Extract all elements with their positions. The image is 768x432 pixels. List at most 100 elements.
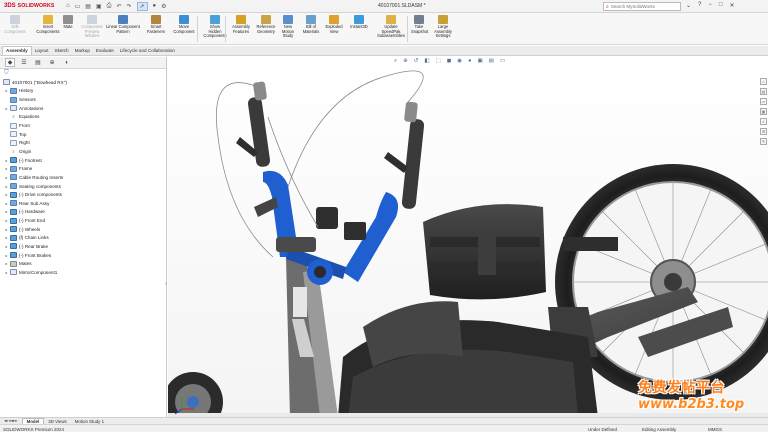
assembly-features-button[interactable]: Assembly Features — [230, 15, 252, 34]
help-icon[interactable]: ? — [698, 2, 701, 9]
options-icon[interactable]: ⚙ — [161, 3, 166, 10]
large-assembly-settings-button[interactable]: Large Assembly Settings — [431, 15, 455, 39]
tree-item[interactable]: ▸ (f) Chain Links — [3, 234, 166, 243]
new-document-icon[interactable]: ▭ — [75, 3, 81, 10]
take-snapshot-button[interactable]: Take Snapshot — [411, 15, 428, 34]
expand-arrow-icon[interactable]: ▸ — [3, 235, 10, 240]
display-manager-icon[interactable]: ◑ — [61, 58, 71, 67]
linear-component-pattern-button[interactable]: Linear Component Pattern — [104, 15, 142, 34]
view-palette-icon[interactable]: ▦ — [760, 108, 767, 115]
tree-item[interactable]: ▸ Cable Routing Inserts — [3, 173, 166, 182]
mate-button[interactable]: Mate — [60, 15, 76, 30]
print-icon[interactable]: ⎙ — [107, 3, 112, 10]
tree-item[interactable]: ▸ Frame — [3, 164, 166, 173]
expand-arrow-icon[interactable]: ▸ — [3, 244, 10, 249]
tree-item[interactable]: ▸ (-) Drive components — [3, 190, 166, 199]
tree-item[interactable]: ≡ Equations — [3, 113, 166, 122]
expand-arrow-icon[interactable]: ▸ — [3, 158, 10, 163]
tree-filter[interactable]: ⛉ — [0, 69, 166, 78]
update-speedpak-subassemblies-button[interactable]: Update SpeedPak Subassemblies — [375, 15, 407, 39]
custom-properties-icon[interactable]: ☰ — [760, 128, 767, 135]
tree-item[interactable]: ▸ MirrorComponent1 — [3, 268, 166, 277]
expand-arrow-icon[interactable]: ▸ — [3, 184, 10, 189]
expand-arrow-icon[interactable]: ▸ — [3, 175, 10, 180]
dimxpert-manager-icon[interactable]: ⊕ — [47, 58, 57, 67]
apply-scene-icon[interactable]: ▣ — [477, 58, 482, 65]
tree-item[interactable]: Top — [3, 130, 166, 139]
status-units[interactable]: MMGS — [708, 427, 722, 432]
tab-markup[interactable]: Markup — [72, 47, 93, 55]
close-icon[interactable]: ✕ — [730, 2, 735, 9]
tab-3d-views[interactable]: 3D Views — [44, 419, 70, 424]
tree-item[interactable]: Front — [3, 121, 166, 130]
front-wheel[interactable] — [168, 372, 223, 417]
property-manager-icon[interactable]: ☰ — [19, 58, 29, 67]
expand-arrow-icon[interactable]: ▸ — [3, 166, 10, 171]
undo-icon[interactable]: ↶ — [116, 3, 121, 10]
component-preview-window-button[interactable]: Component Preview Window — [80, 15, 104, 39]
zoom-to-fit-icon[interactable]: ⌕ — [394, 58, 397, 65]
minimize-icon[interactable]: − — [708, 2, 712, 9]
solidworks-logo[interactable]: 3DS SOLIDWORKS — [0, 3, 58, 9]
tree-item[interactable]: ▸ (-) Hardware — [3, 208, 166, 217]
tree-item[interactable]: ▸ (-) Front End — [3, 216, 166, 225]
appearances-icon[interactable]: ◐ — [760, 118, 767, 125]
search-input[interactable] — [610, 4, 671, 9]
graphics-area[interactable]: ⌕ ⊕ ↺ ◧ ⬚ ◼ ◉ ● ▣ ▤ ▭ ⌂ ▤ ▭ ▦ ◐ ☰ ✎ 免费发帖… — [168, 57, 768, 417]
smart-fasteners-button[interactable]: Smart Fasteners — [146, 15, 166, 34]
tree-item[interactable]: ▸ (-) Footrest — [3, 156, 166, 165]
edit-appearance-icon[interactable]: ● — [468, 58, 471, 65]
zoom-to-area-icon[interactable]: ⊕ — [403, 58, 408, 65]
tab-assembly[interactable]: Assembly — [2, 46, 32, 55]
open-icon[interactable]: ▤ — [85, 3, 91, 10]
view-settings-icon[interactable]: ▤ — [489, 58, 494, 65]
expand-arrow-icon[interactable]: ▸ — [3, 192, 10, 197]
expand-arrow-icon[interactable]: ▸ — [3, 253, 10, 258]
move-component-button[interactable]: Move Component — [170, 15, 198, 34]
instant3d-button[interactable]: Instant3D — [347, 15, 371, 30]
reference-geometry-button[interactable]: Reference Geometry — [254, 15, 278, 34]
file-explorer-icon[interactable]: ▭ — [760, 98, 767, 105]
tree-item[interactable]: ≡ Origin — [3, 147, 166, 156]
tree-item[interactable]: ▸ Mates — [3, 259, 166, 268]
tree-item[interactable]: ▸ History — [3, 87, 166, 96]
select-icon[interactable]: ➚ — [136, 1, 148, 11]
save-icon[interactable]: ▣ — [96, 3, 102, 10]
search-dropdown-icon[interactable]: ⌄ — [686, 2, 691, 9]
resources-icon[interactable]: ⌂ — [760, 78, 767, 85]
new-motion-study-button[interactable]: New Motion Study — [279, 15, 297, 39]
expand-arrow-icon[interactable]: ▸ — [3, 261, 10, 266]
grips[interactable] — [236, 81, 425, 217]
exploded-view-button[interactable]: Exploded View — [323, 15, 345, 34]
tab-sketch[interactable]: Sketch — [52, 47, 72, 55]
feature-manager-icon[interactable]: ◆ — [5, 58, 15, 67]
panel-collapse-arrow[interactable]: › — [165, 281, 167, 287]
tab-evaluate[interactable]: Evaluate — [93, 47, 117, 55]
tree-item[interactable]: ▸ Seating components — [3, 182, 166, 191]
display-style-icon[interactable]: ◼ — [447, 58, 452, 65]
maximize-icon[interactable]: □ — [719, 2, 723, 9]
tree-item[interactable]: ▸ Rear Sub Assy — [3, 199, 166, 208]
tree-item[interactable]: ▸ (-) Wheels — [3, 225, 166, 234]
expand-arrow-icon[interactable]: ▸ — [3, 106, 10, 111]
tab-lifecycle-and-collaboration[interactable]: Lifecycle and Collaboration — [117, 47, 178, 55]
design-library-icon[interactable]: ▤ — [760, 88, 767, 95]
tab-layout[interactable]: Layout — [32, 47, 52, 55]
tree-item[interactable]: ▸ Annotations — [3, 104, 166, 113]
expand-arrow-icon[interactable]: ▸ — [3, 227, 10, 232]
tree-item[interactable]: ▸ (-) Rear Brake — [3, 242, 166, 251]
view-orientation-icon[interactable]: ⬚ — [436, 58, 441, 65]
expand-arrow-icon[interactable]: ▸ — [3, 270, 10, 275]
previous-view-icon[interactable]: ↺ — [414, 58, 419, 65]
tree-root[interactable]: 40107001 ("Bowhead RX") — [3, 78, 166, 87]
tree-item[interactable]: ▸ (-) Front Brakes — [3, 251, 166, 260]
expand-arrow-icon[interactable]: ▸ — [3, 201, 10, 206]
expand-arrow-icon[interactable]: ▸ — [3, 209, 10, 214]
hide-show-items-icon[interactable]: ◉ — [457, 58, 462, 65]
expand-arrow-icon[interactable]: ▸ — [3, 88, 10, 93]
seat-back[interactable] — [423, 204, 546, 300]
filter-icon[interactable]: ⛉ — [4, 70, 9, 77]
section-view-icon[interactable]: ◧ — [424, 58, 429, 65]
insert-components-button[interactable]: Insert Components — [36, 15, 60, 34]
edit-component-button[interactable]: Edit Component — [3, 15, 27, 34]
